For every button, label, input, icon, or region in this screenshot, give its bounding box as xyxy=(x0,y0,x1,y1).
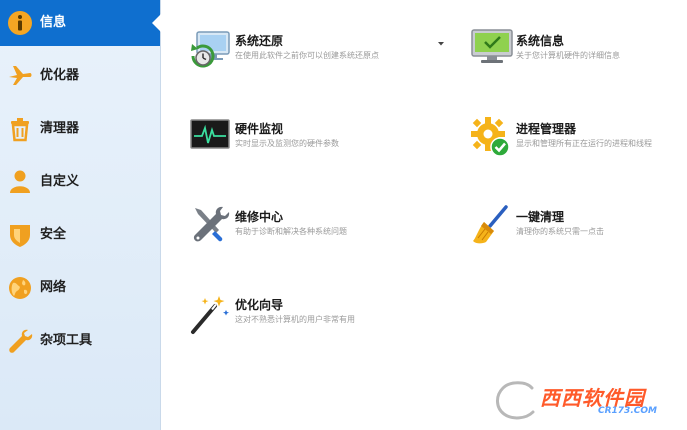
tool-description: 清理你的系统只需一点击 xyxy=(516,227,604,236)
tool-title: 系统还原 xyxy=(235,34,284,48)
sidebar-item-label: 安全 xyxy=(40,227,67,242)
sidebar-item-label: 杂项工具 xyxy=(40,333,93,348)
tool-description: 显示和管理所有正在运行的进程和线程 xyxy=(516,139,652,148)
tool-repair-center[interactable]: 维修中心 有助于诊断和解决各种系统问题 xyxy=(189,204,429,250)
monitor-icon xyxy=(471,29,513,63)
heartbeat-monitor-icon xyxy=(190,119,230,149)
tool-title: 维修中心 xyxy=(235,210,284,224)
sidebar-item-network[interactable]: 网络 xyxy=(0,265,160,311)
sidebar-item-label: 清理器 xyxy=(40,121,80,136)
tool-description: 这对不熟悉计算机的用户非常有用 xyxy=(235,315,355,324)
sidebar-item-label: 信息 xyxy=(40,15,67,30)
tool-optimization-wizard[interactable]: 优化向导 这对不熟悉计算机的用户非常有用 xyxy=(189,292,429,338)
chevron-down-icon[interactable] xyxy=(436,40,446,48)
tool-process-manager[interactable]: 进程管理器 显示和管理所有正在运行的进程和线程 xyxy=(470,116,687,162)
sidebar-item-optimizer[interactable]: 优化器 xyxy=(0,53,160,99)
sidebar-item-cleaner[interactable]: 清理器 xyxy=(0,106,160,152)
tool-system-restore[interactable]: 系统还原 在使用此软件之前你可以创建系统还原点 xyxy=(189,28,429,74)
watermark-logo: 西西软件园 CR173.COM xyxy=(488,378,670,422)
system-restore-icon xyxy=(191,31,230,68)
tool-description: 关于您计算机硬件的详细信息 xyxy=(516,51,620,60)
sidebar-item-label: 网络 xyxy=(40,280,67,295)
info-icon xyxy=(8,11,32,35)
airplane-icon xyxy=(9,66,32,85)
wrench-screwdriver-icon xyxy=(193,206,230,242)
sidebar: 信息 优化器 清理器 自定义 安全 网络 杂项工具 xyxy=(0,0,161,430)
sidebar-item-label: 自定义 xyxy=(40,174,80,189)
magic-wand-icon xyxy=(191,296,229,334)
gear-check-icon xyxy=(471,117,510,157)
globe-icon xyxy=(9,277,31,299)
tool-one-click-clean[interactable]: 一键清理 清理你的系统只需一点击 xyxy=(470,204,687,250)
trash-icon xyxy=(11,118,29,142)
tool-title: 优化向导 xyxy=(235,298,284,312)
broom-icon xyxy=(473,205,508,244)
sidebar-item-info[interactable]: 信息 xyxy=(0,0,161,46)
tool-description: 有助于诊断和解决各种系统问题 xyxy=(235,227,347,236)
tool-title: 一键清理 xyxy=(516,210,565,224)
watermark-c-icon xyxy=(494,379,537,422)
person-icon xyxy=(10,170,30,193)
tool-title: 硬件监视 xyxy=(235,122,284,136)
shield-icon xyxy=(10,225,30,247)
tool-description: 在使用此软件之前你可以创建系统还原点 xyxy=(235,51,379,60)
tool-hardware-monitor[interactable]: 硬件监视 实时显示及监测您的硬件参数 xyxy=(189,116,429,162)
tool-system-info[interactable]: 系统信息 关于您计算机硬件的详细信息 xyxy=(470,28,687,74)
watermark-subtext: CR173.COM xyxy=(598,406,657,416)
wrench-icon xyxy=(9,329,33,353)
tool-title: 系统信息 xyxy=(516,34,565,48)
tool-title: 进程管理器 xyxy=(516,122,577,136)
sidebar-item-security[interactable]: 安全 xyxy=(0,212,160,258)
sidebar-item-customize[interactable]: 自定义 xyxy=(0,159,160,205)
tool-description: 实时显示及监测您的硬件参数 xyxy=(235,139,339,148)
sidebar-item-misc-tools[interactable]: 杂项工具 xyxy=(0,318,160,364)
sidebar-item-label: 优化器 xyxy=(40,68,80,83)
